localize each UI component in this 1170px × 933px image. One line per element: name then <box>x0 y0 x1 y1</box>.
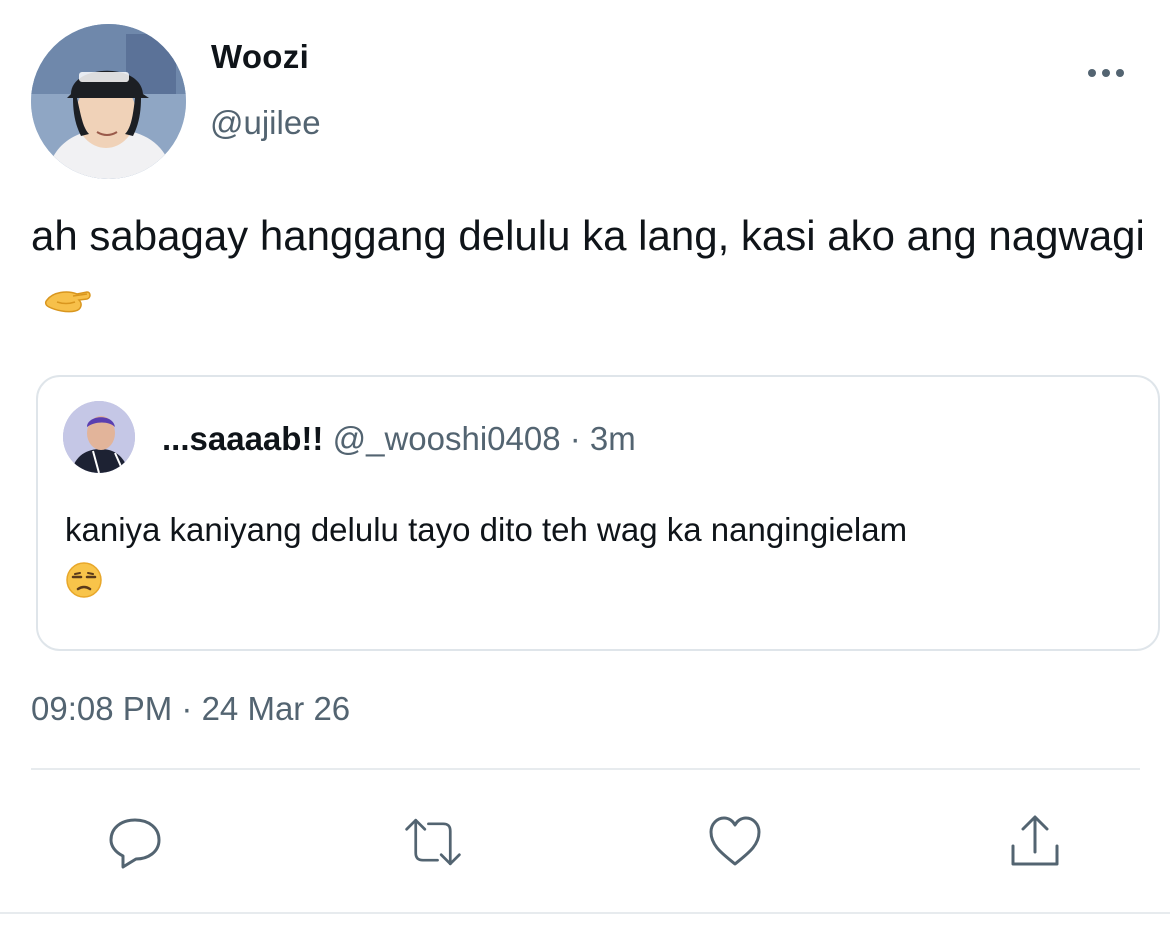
quoted-tweet-text: kaniya kaniyang delulu tayo dito teh wag… <box>65 505 1135 613</box>
unamused-face-emoji <box>65 561 103 613</box>
share-icon <box>1011 815 1059 866</box>
author-handle[interactable]: @ujilee <box>210 104 321 142</box>
tweet-text-content: ah sabagay hanggang delulu ka lang, kasi… <box>31 212 1145 259</box>
profile-photo-icon <box>63 401 135 473</box>
quoted-author-display-name[interactable]: ...saaaab!! <box>162 420 323 457</box>
quoted-tweet-card[interactable]: ...saaaab!! @_wooshi0408 · 3m kaniya kan… <box>36 375 1160 651</box>
quoted-time: 3m <box>589 420 636 457</box>
author-display-name[interactable]: Woozi <box>211 38 309 76</box>
like-button[interactable] <box>705 812 765 872</box>
retweet-button[interactable] <box>403 812 463 872</box>
share-button[interactable] <box>1005 812 1065 872</box>
retweet-icon <box>405 818 461 866</box>
heart-icon <box>709 816 761 866</box>
quoted-author-handle[interactable]: @_wooshi0408 <box>333 420 561 457</box>
tweet-text: ah sabagay hanggang delulu ka lang, kasi… <box>31 204 1156 338</box>
quoted-author-avatar[interactable] <box>63 401 135 473</box>
tweet-timestamp[interactable]: 09:08 PM · 24 Mar 26 <box>31 690 350 728</box>
profile-photo-icon <box>31 24 186 179</box>
quoted-tweet-header: ...saaaab!! @_wooshi0408 · 3m <box>162 419 636 459</box>
quoted-separator: · <box>560 420 590 457</box>
more-horizontal-icon <box>1088 69 1124 77</box>
divider <box>31 768 1140 770</box>
pinching-hand-emoji <box>43 274 93 338</box>
author-avatar[interactable] <box>31 24 186 179</box>
bottom-divider <box>0 912 1170 914</box>
quoted-tweet-text-content: kaniya kaniyang delulu tayo dito teh wag… <box>65 511 908 548</box>
more-options-button[interactable] <box>1084 58 1128 88</box>
comment-icon <box>109 818 161 869</box>
reply-button[interactable] <box>105 812 165 872</box>
